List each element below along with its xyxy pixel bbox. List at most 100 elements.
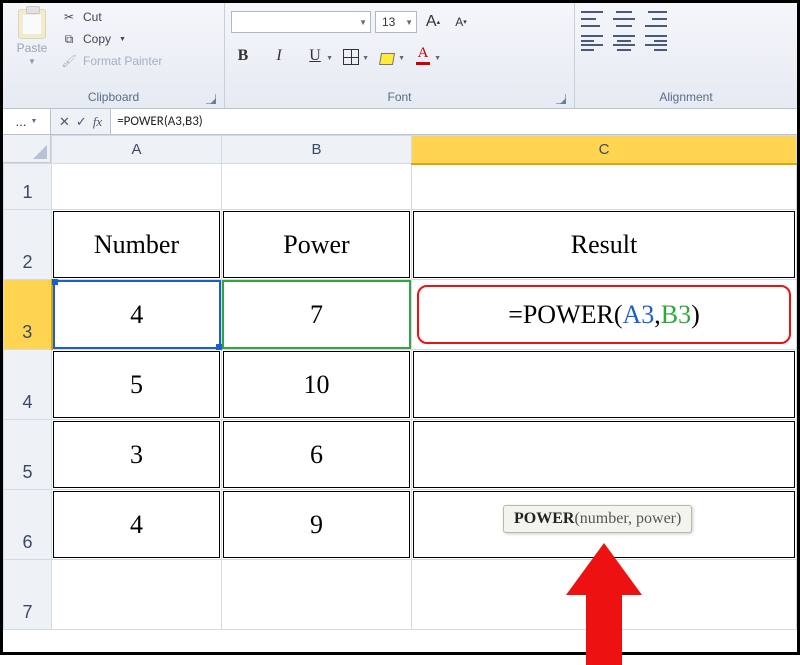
chevron-down-icon: ▼ [434,54,441,62]
cut-label: Cut [83,10,102,24]
ribbon-group-clipboard: Paste ▼ ✂ Cut ⧉ Copy ▼ 🖌 Format Painter [3,3,225,108]
ref-a3: A3 [623,300,655,330]
chevron-down-icon: ▼ [326,54,333,62]
row-header-5[interactable]: 5 [4,420,52,490]
paintbrush-icon: 🖌 [61,53,77,69]
cancel-formula-button[interactable]: ✕ [59,114,70,130]
row-header-4[interactable]: 4 [4,350,52,420]
cell-a5[interactable]: 3 [52,420,222,490]
cell-c5[interactable] [412,420,797,490]
select-all-corner[interactable] [3,135,51,163]
formula-bar: ... ▼ ✕ ✓ fx =POWER(A3,B3) [3,109,797,135]
cell-b3[interactable]: 7 [222,280,412,350]
fill-color-button[interactable]: ▼ [375,43,399,65]
cell-c1[interactable] [412,164,797,210]
font-color-button[interactable]: A▼ [411,43,435,65]
function-tooltip: POWER(number, power) [503,505,692,533]
scissors-icon: ✂ [61,9,77,25]
cell-b3-value: 7 [223,281,410,348]
insert-function-button[interactable]: fx [93,114,102,130]
cell-b1[interactable] [222,164,412,210]
cell-c2[interactable]: Result [412,210,797,280]
ribbon-group-alignment: Alignment [575,3,797,108]
paste-label: Paste [17,41,48,55]
cell-b7[interactable] [222,560,412,630]
clipboard-group-label: Clipboard [88,90,139,104]
chevron-down-icon: ▼ [398,54,405,62]
worksheet: A B C 1 2 Number Power Result 3 4 7 [3,135,797,630]
active-formula-cell: =POWER(A3,B3) [417,285,791,344]
ref-b3: B3 [661,300,691,330]
align-bottom-button[interactable] [645,11,667,27]
cell-a2[interactable]: Number [52,210,222,280]
align-right-button[interactable] [645,35,667,51]
cell-c3[interactable]: =POWER(A3,B3) [412,280,797,350]
copy-icon: ⧉ [61,31,77,47]
cell-a3-value: 4 [54,281,221,348]
cell-a4[interactable]: 5 [52,350,222,420]
dialog-launcher-icon[interactable] [206,94,216,104]
cell-b2[interactable]: Power [222,210,412,280]
font-name-combo[interactable]: ▼ [231,11,371,33]
clipboard-icon [18,9,46,39]
col-header-a[interactable]: A [52,136,222,164]
cell-a1[interactable] [52,164,222,210]
chevron-down-icon: ▼ [28,57,36,66]
format-painter-button[interactable]: 🖌 Format Painter [61,53,162,69]
row-header-3[interactable]: 3 [4,280,52,350]
cell-c4[interactable] [412,350,797,420]
col-header-c[interactable]: C [412,136,797,164]
grow-font-button[interactable]: A▴ [421,11,445,33]
formula-value: =POWER(A3,B3) [117,114,203,129]
row-header-6[interactable]: 6 [4,490,52,560]
header-number: Number [53,211,220,278]
header-power: Power [223,211,410,278]
ribbon-group-font: ▼ 13▼ A▴ A▾ B I U▼ ▼ ▼ A▼ Font [225,3,575,108]
bold-button[interactable]: B [231,43,255,65]
chevron-down-icon: ▼ [30,118,37,125]
align-middle-button[interactable] [613,11,635,27]
cut-button[interactable]: ✂ Cut [61,9,162,25]
paste-button[interactable]: Paste ▼ [9,5,55,66]
formula-input[interactable]: =POWER(A3,B3) [111,109,797,134]
cell-b4[interactable]: 10 [222,350,412,420]
border-icon [343,49,359,65]
cell-a7[interactable] [52,560,222,630]
align-left-button[interactable] [581,35,603,51]
cell-b5[interactable]: 6 [222,420,412,490]
shrink-font-button[interactable]: A▾ [449,11,473,33]
ribbon: Paste ▼ ✂ Cut ⧉ Copy ▼ 🖌 Format Painter [3,3,797,109]
dialog-launcher-icon[interactable] [556,94,566,104]
underline-button[interactable]: U▼ [303,43,327,65]
grid: A B C 1 2 Number Power Result 3 4 7 [3,135,797,630]
cell-b6[interactable]: 9 [222,490,412,560]
cell-a3[interactable]: 4 [52,280,222,350]
border-button[interactable]: ▼ [339,43,363,65]
row-header-7[interactable]: 7 [4,560,52,630]
name-box-value: ... [16,114,27,129]
header-result: Result [413,211,795,278]
enter-formula-button[interactable]: ✓ [76,114,87,130]
row-header-2[interactable]: 2 [4,210,52,280]
align-top-button[interactable] [581,11,603,27]
font-size-combo[interactable]: 13 ▼ [375,11,417,33]
tooltip-sig: (number, power) [574,510,681,527]
chevron-down-icon: ▼ [119,36,126,43]
chevron-down-icon: ▼ [362,54,369,62]
alignment-group-label: Alignment [659,90,712,104]
font-color-icon: A [416,45,431,65]
annotation-arrow-icon [575,543,633,663]
bucket-icon [379,53,395,65]
row-header-1[interactable]: 1 [4,164,52,210]
copy-button[interactable]: ⧉ Copy ▼ [61,31,162,47]
col-header-b[interactable]: B [222,136,412,164]
cell-a6[interactable]: 4 [52,490,222,560]
font-size-value: 13 [382,15,395,29]
chevron-down-icon: ▼ [405,18,413,27]
align-center-button[interactable] [613,35,635,51]
copy-label: Copy [83,32,111,46]
italic-button[interactable]: I [267,43,291,65]
font-group-label: Font [387,90,411,104]
name-box[interactable]: ... ▼ [3,109,51,134]
format-painter-label: Format Painter [83,54,162,68]
